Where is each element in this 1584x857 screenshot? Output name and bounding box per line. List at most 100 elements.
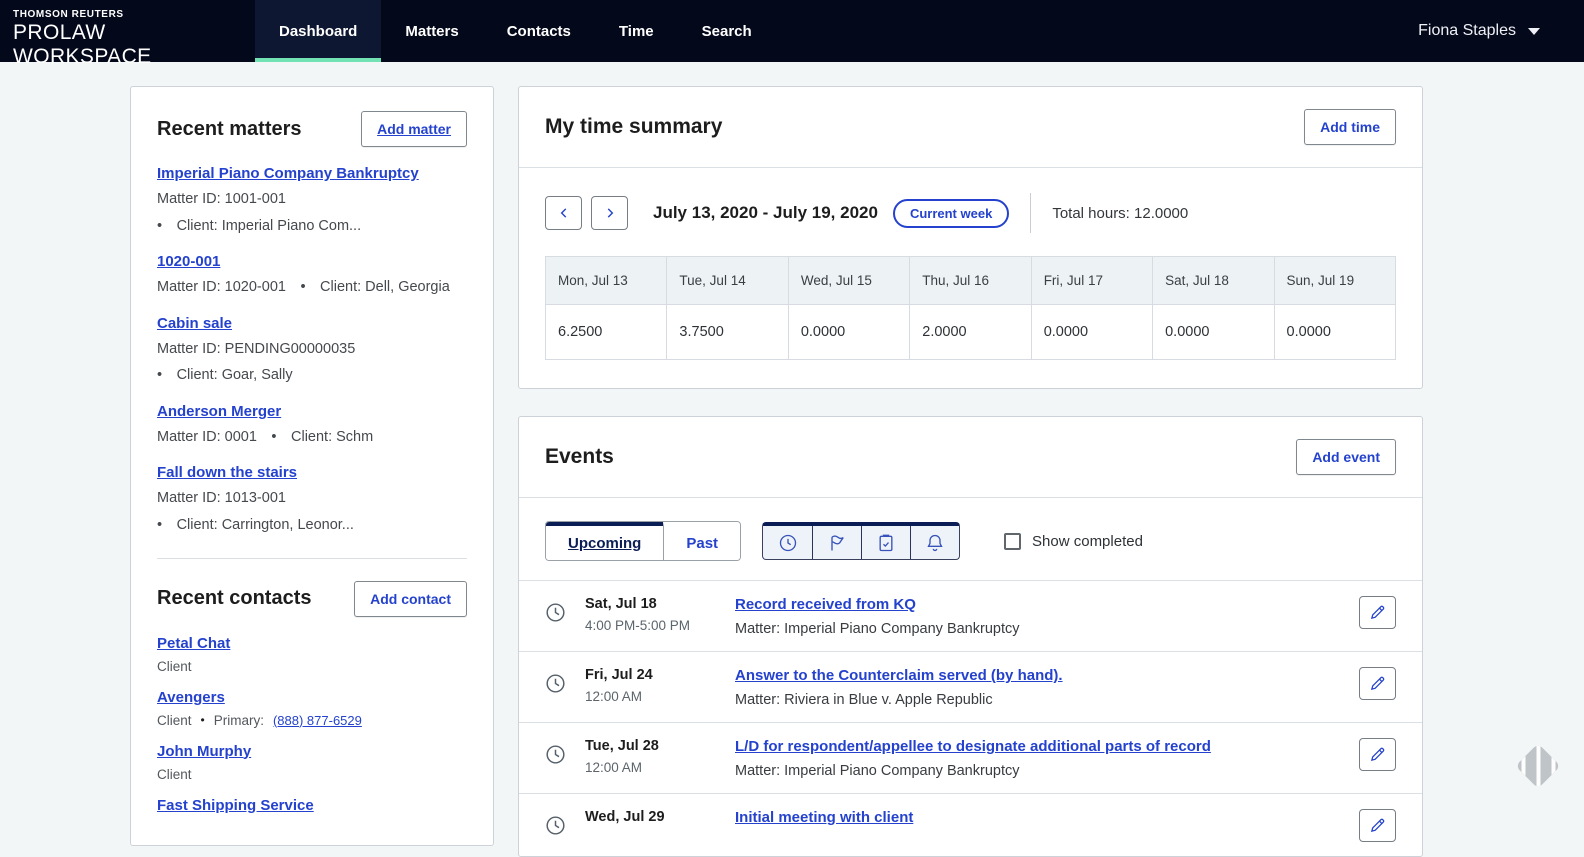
add-time-button[interactable]: Add time: [1304, 109, 1396, 145]
matter-id-line: Matter ID: 1013-001: [157, 489, 467, 509]
current-week-badge[interactable]: Current week: [893, 199, 1009, 228]
pencil-icon: [1369, 817, 1386, 834]
matter-link[interactable]: 1020-001: [157, 253, 220, 270]
clipboard-check-icon: [876, 533, 896, 553]
matter-id-line: Matter ID: 1001-001: [157, 190, 467, 210]
contact-sub-line: Client • Primary: (888) 877-6529: [157, 713, 467, 728]
add-contact-button[interactable]: Add contact: [354, 581, 467, 617]
contact-link[interactable]: Petal Chat: [157, 635, 230, 652]
event-matter: Matter: Riviera in Blue v. Apple Republi…: [735, 692, 1343, 708]
event-time: 12:00 AM: [585, 689, 735, 704]
bullet-separator: •: [201, 713, 205, 727]
event-row: Sat, Jul 18 4:00 PM-5:00 PM Record recei…: [519, 580, 1422, 651]
matter-link[interactable]: Imperial Piano Company Bankruptcy: [157, 165, 419, 182]
event-type-filter-group: [762, 522, 960, 560]
show-completed-checkbox[interactable]: [1004, 533, 1021, 550]
show-completed-label: Show completed: [1032, 533, 1143, 550]
time-table-hours-cell: 0.0000: [1153, 305, 1274, 360]
events-list: Sat, Jul 18 4:00 PM-5:00 PM Record recei…: [519, 580, 1422, 856]
recent-contact-item: Petal Chat Client: [157, 635, 467, 674]
clock-icon: [545, 815, 566, 836]
edit-event-button[interactable]: [1359, 738, 1396, 771]
brand-logo: THOMSON REUTERS PROLAW WORKSPACE: [0, 0, 242, 62]
contact-primary-label: Primary:: [214, 713, 264, 728]
recent-contact-item: Avengers Client • Primary: (888) 877-652…: [157, 689, 467, 728]
event-matter: Matter: Imperial Piano Company Bankruptc…: [735, 763, 1343, 779]
event-date-col: Sat, Jul 18 4:00 PM-5:00 PM: [585, 596, 735, 633]
recent-matters-list: Imperial Piano Company Bankruptcy Matter…: [157, 165, 467, 536]
main-column: My time summary Add time July 13, 2020 -…: [518, 86, 1423, 857]
event-main: Answer to the Counterclaim served (by ha…: [735, 667, 1343, 708]
matter-client-line: • Client: Carrington, Leonor...: [157, 516, 467, 536]
chevron-right-icon: [603, 206, 617, 220]
time-week-controls: July 13, 2020 - July 19, 2020 Current we…: [519, 168, 1422, 256]
pencil-icon: [1369, 675, 1386, 692]
contact-sub-line: Client: [157, 767, 467, 782]
clock-filter-button[interactable]: [763, 526, 812, 559]
contact-sub-line: Client: [157, 659, 467, 674]
show-completed-toggle[interactable]: Show completed: [1004, 533, 1143, 550]
event-row: Wed, Jul 29 Initial meeting with client: [519, 793, 1422, 856]
time-table-hours-cell: 6.2500: [546, 305, 667, 360]
event-title-link[interactable]: Initial meeting with client: [735, 809, 913, 826]
event-time: 12:00 AM: [585, 760, 735, 775]
edit-event-button[interactable]: [1359, 809, 1396, 842]
contact-link[interactable]: Fast Shipping Service: [157, 797, 314, 814]
contact-type: Client: [157, 659, 192, 674]
matter-id-line: Matter ID: 0001 • Client: Schm: [157, 428, 467, 448]
flag-filter-button[interactable]: [812, 526, 861, 559]
clock-icon: [545, 673, 566, 694]
matter-link[interactable]: Anderson Merger: [157, 403, 281, 420]
bell-filter-button[interactable]: [910, 526, 959, 559]
top-app-bar: THOMSON REUTERS PROLAW WORKSPACE Dashboa…: [0, 0, 1584, 62]
topnav-item[interactable]: Dashboard: [255, 0, 381, 62]
chevron-down-icon: [1528, 28, 1540, 35]
time-table-day-header: Sat, Jul 18: [1153, 257, 1274, 305]
pencil-icon: [1369, 604, 1386, 621]
matter-link[interactable]: Fall down the stairs: [157, 464, 297, 481]
matter-link[interactable]: Cabin sale: [157, 315, 232, 332]
edit-event-button[interactable]: [1359, 667, 1396, 700]
event-title-link[interactable]: L/D for respondent/appellee to designate…: [735, 738, 1211, 755]
contact-link[interactable]: Avengers: [157, 689, 225, 706]
event-row: Fri, Jul 24 12:00 AM Answer to the Count…: [519, 651, 1422, 722]
matter-client-line: • Client: Goar, Sally: [157, 366, 467, 386]
clipboard-check-filter-button[interactable]: [861, 526, 910, 559]
event-title-link[interactable]: Answer to the Counterclaim served (by ha…: [735, 667, 1063, 684]
event-title-link[interactable]: Record received from KQ: [735, 596, 916, 613]
topnav-item-label: Search: [702, 23, 752, 40]
edit-event-button[interactable]: [1359, 596, 1396, 629]
events-tab[interactable]: Past: [663, 522, 740, 560]
event-date: Tue, Jul 28: [585, 738, 735, 754]
recent-matter-item: Fall down the stairs Matter ID: 1013-001…: [157, 464, 467, 535]
time-summary-card: My time summary Add time July 13, 2020 -…: [518, 86, 1423, 389]
time-table-hours-cell: 0.0000: [1274, 305, 1395, 360]
add-event-button[interactable]: Add event: [1296, 439, 1396, 475]
time-table-hours-cell: 0.0000: [1031, 305, 1152, 360]
sidebar-card: Recent matters Add matter Imperial Piano…: [130, 86, 494, 846]
event-main: Record received from KQ Matter: Imperial…: [735, 596, 1343, 637]
previous-week-button[interactable]: [545, 196, 582, 230]
recent-contacts-section: Recent contacts Add contact Petal Chat C…: [157, 581, 467, 815]
add-matter-button[interactable]: Add matter: [361, 111, 467, 147]
topnav-item[interactable]: Contacts: [483, 0, 595, 62]
contact-phone-link[interactable]: (888) 877-6529: [273, 713, 362, 728]
vertical-divider: [1030, 193, 1031, 233]
events-tab[interactable]: Upcoming: [546, 522, 663, 560]
topnav-item[interactable]: Matters: [381, 0, 482, 62]
topnav-item[interactable]: Search: [678, 0, 776, 62]
user-menu[interactable]: Fiona Staples: [1418, 0, 1584, 62]
event-date: Wed, Jul 29: [585, 809, 735, 825]
matter-id-line: Matter ID: 1020-001 • Client: Dell, Geor…: [157, 278, 467, 298]
next-week-button[interactable]: [591, 196, 628, 230]
contact-link[interactable]: John Murphy: [157, 743, 251, 760]
recent-matter-item: Anderson Merger Matter ID: 0001 • Client…: [157, 403, 467, 448]
total-hours: Total hours: 12.0000: [1052, 205, 1188, 222]
recent-contact-item: Fast Shipping Service: [157, 797, 467, 815]
recent-contacts-list: Petal Chat Client Avengers Client • Prim…: [157, 635, 467, 815]
topnav-item-label: Dashboard: [279, 23, 357, 40]
time-table-day-header: Thu, Jul 16: [910, 257, 1031, 305]
time-table-hours-cell: 2.0000: [910, 305, 1031, 360]
clock-icon: [545, 602, 566, 623]
topnav-item[interactable]: Time: [595, 0, 678, 62]
